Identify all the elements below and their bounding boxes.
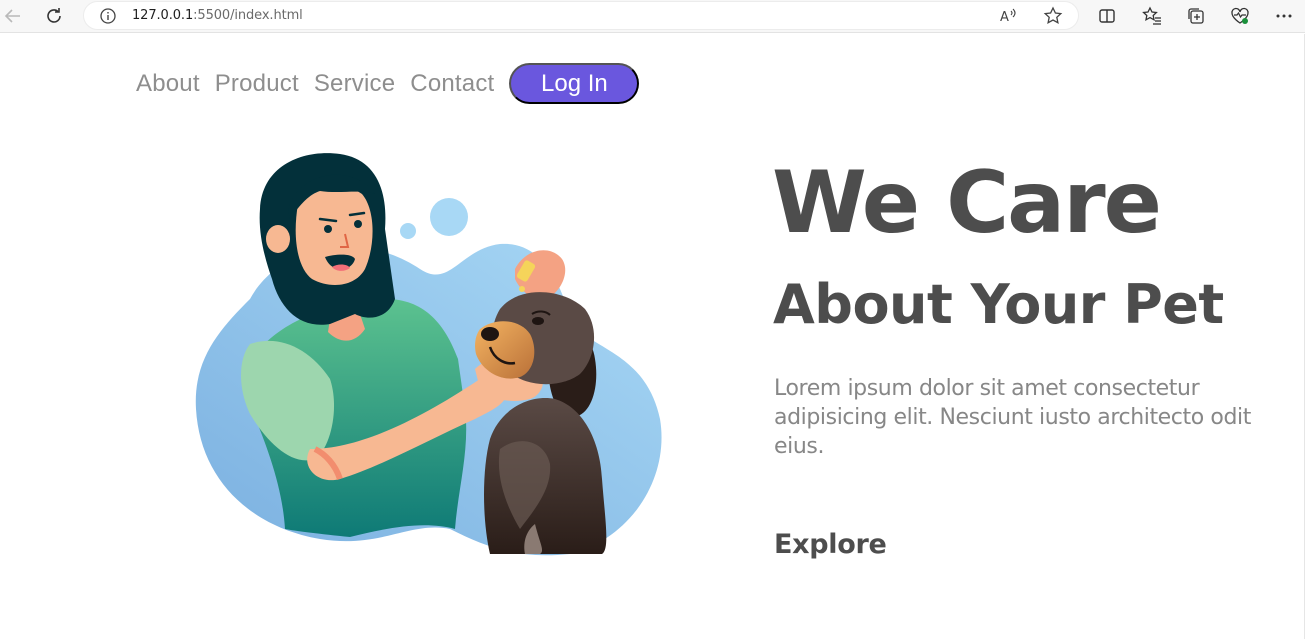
split-screen-icon[interactable] <box>1095 4 1119 28</box>
address-bar[interactable]: 127.0.0.1:5500/index.html A <box>83 1 1079 30</box>
back-arrow-icon[interactable] <box>0 3 26 29</box>
dog-eye <box>532 317 544 325</box>
browser-toolbar: 127.0.0.1:5500/index.html A <box>0 0 1305 33</box>
more-options-icon[interactable] <box>1272 4 1296 28</box>
woman-eye-left <box>324 225 332 233</box>
login-button[interactable]: Log In <box>509 63 640 104</box>
hero-title: We Care <box>772 153 1162 253</box>
woman-face <box>295 185 373 285</box>
read-aloud-icon[interactable]: A <box>998 6 1018 30</box>
site-info-icon[interactable] <box>99 7 117 29</box>
collections-icon[interactable] <box>1184 4 1208 28</box>
favorites-icon[interactable] <box>1140 4 1164 28</box>
page-viewport: About Product Service Contact Log In We … <box>0 34 1305 639</box>
bubble-small <box>400 223 416 239</box>
main-navigation: About Product Service Contact Log In <box>136 63 640 104</box>
hero-description: Lorem ipsum dolor sit amet consectetur a… <box>774 376 1251 459</box>
url-text[interactable]: 127.0.0.1:5500/index.html <box>132 8 303 23</box>
reload-icon[interactable] <box>41 3 67 29</box>
dog-nose <box>481 327 499 341</box>
bubble-large <box>430 198 468 236</box>
favorite-star-icon[interactable] <box>1043 6 1063 30</box>
nav-link-product[interactable]: Product <box>215 70 299 98</box>
hero-subtitle: About Your Pet <box>773 273 1224 336</box>
hero-illustration <box>195 153 662 556</box>
nav-link-contact[interactable]: Contact <box>410 70 494 98</box>
woman-ear <box>266 225 290 253</box>
url-path: :5500/index.html <box>193 8 303 23</box>
nav-link-service[interactable]: Service <box>314 70 395 98</box>
browser-essentials-icon[interactable] <box>1228 4 1252 28</box>
svg-text:A: A <box>1000 10 1009 25</box>
url-host: 127.0.0.1 <box>132 8 194 23</box>
woman-eye-right <box>354 220 362 228</box>
explore-link[interactable]: Explore <box>774 529 887 560</box>
nav-link-about[interactable]: About <box>136 70 200 98</box>
